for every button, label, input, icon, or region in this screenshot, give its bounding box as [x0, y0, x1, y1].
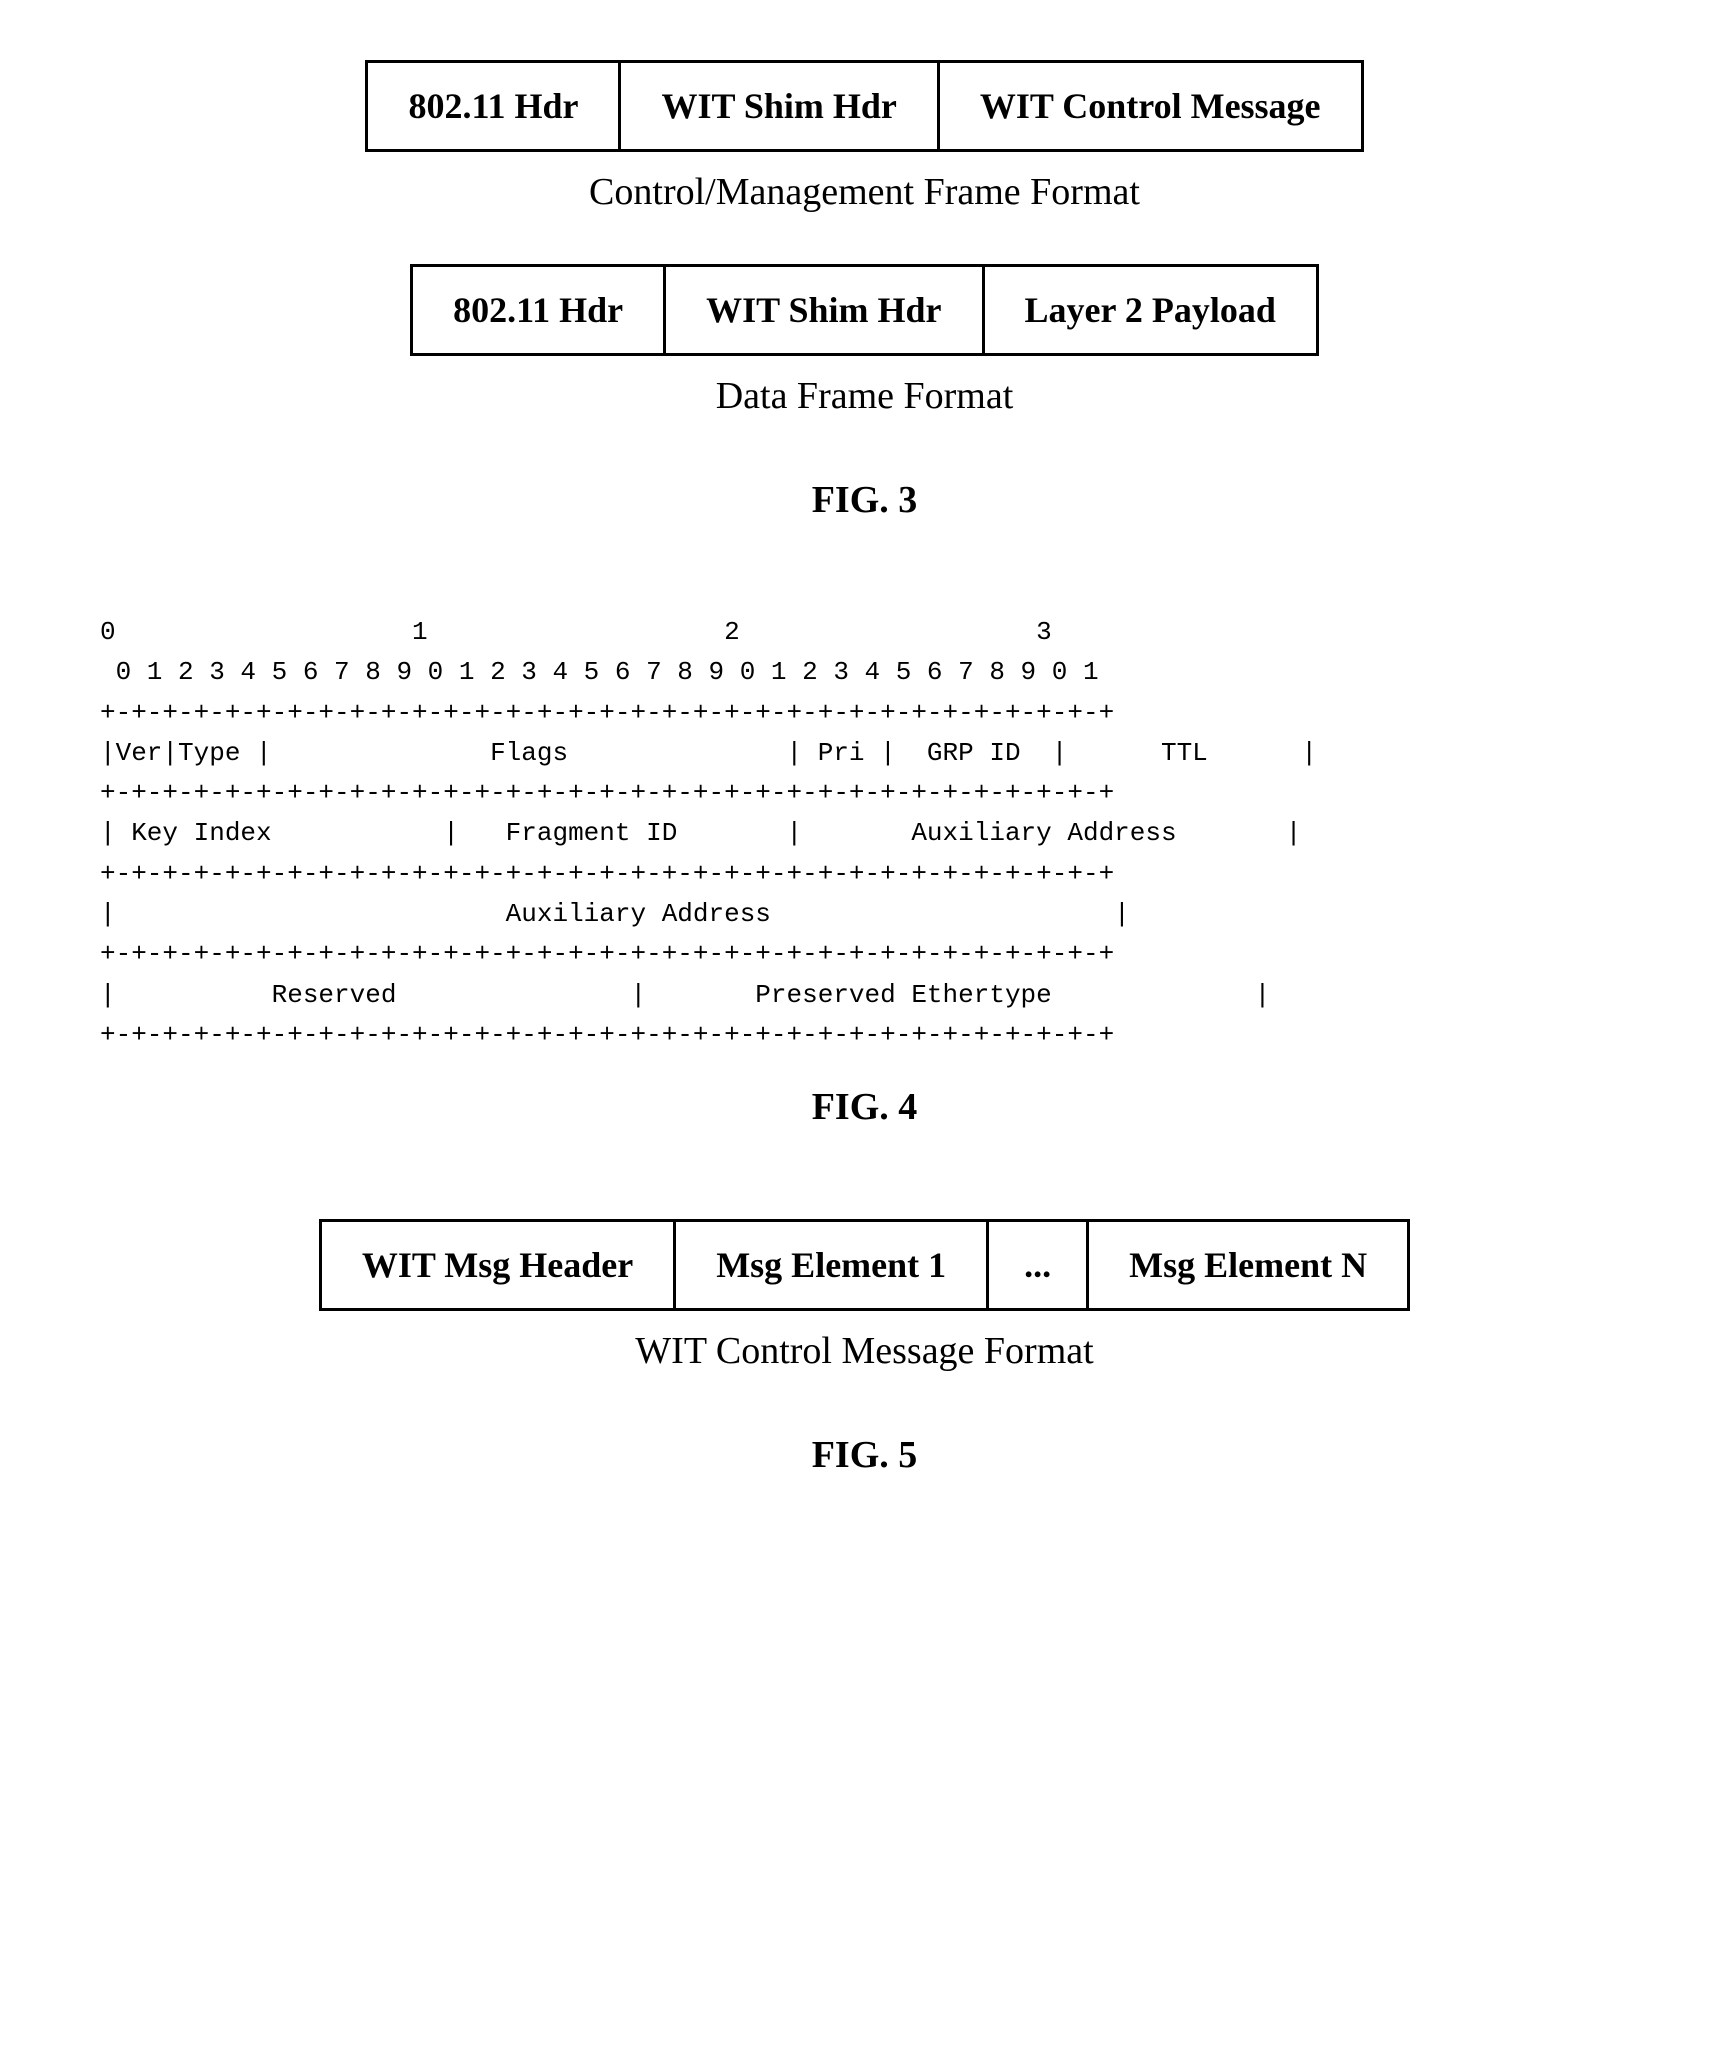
control-frame-label: Control/Management Frame Format [589, 170, 1140, 214]
msg-element-n-cell: Msg Element N [1089, 1222, 1407, 1308]
control-frame-diagram: 802.11 Hdr WIT Shim Hdr WIT Control Mess… [365, 60, 1363, 152]
wit-control-msg-format-label: WIT Control Message Format [635, 1329, 1093, 1373]
fig4-label: FIG. 4 [812, 1085, 918, 1129]
fig3-label: FIG. 3 [812, 478, 918, 522]
frame-cell-layer2-payload: Layer 2 Payload [985, 267, 1316, 353]
fig3-section: 802.11 Hdr WIT Shim Hdr WIT Control Mess… [80, 60, 1649, 572]
ellipsis-cell: ... [989, 1222, 1089, 1308]
wit-control-frame-diagram: WIT Msg Header Msg Element 1 ... Msg Ele… [319, 1219, 1410, 1311]
fig5-section: WIT Msg Header Msg Element 1 ... Msg Ele… [80, 1219, 1649, 1527]
frame-cell-wit-shim-hdr-2: WIT Shim Hdr [666, 267, 984, 353]
data-frame-label: Data Frame Format [716, 374, 1014, 418]
frame-cell-80211-hdr-1: 802.11 Hdr [368, 63, 621, 149]
frame-cell-80211-hdr-2: 802.11 Hdr [413, 267, 666, 353]
bit-diagram-pre: 0 1 2 3 0 1 2 3 4 5 6 7 8 9 0 1 2 3 4 5 … [100, 612, 1629, 1055]
data-frame-diagram: 802.11 Hdr WIT Shim Hdr Layer 2 Payload [410, 264, 1319, 356]
bit-diagram: 0 1 2 3 0 1 2 3 4 5 6 7 8 9 0 1 2 3 4 5 … [80, 612, 1649, 1055]
frame-cell-wit-shim-hdr-1: WIT Shim Hdr [621, 63, 939, 149]
fig5-label: FIG. 5 [812, 1433, 918, 1477]
fig4-section: 0 1 2 3 0 1 2 3 4 5 6 7 8 9 0 1 2 3 4 5 … [80, 612, 1649, 1179]
msg-element-1-cell: Msg Element 1 [676, 1222, 989, 1308]
wit-msg-header-cell: WIT Msg Header [322, 1222, 676, 1308]
frame-cell-wit-control-msg: WIT Control Message [940, 63, 1361, 149]
